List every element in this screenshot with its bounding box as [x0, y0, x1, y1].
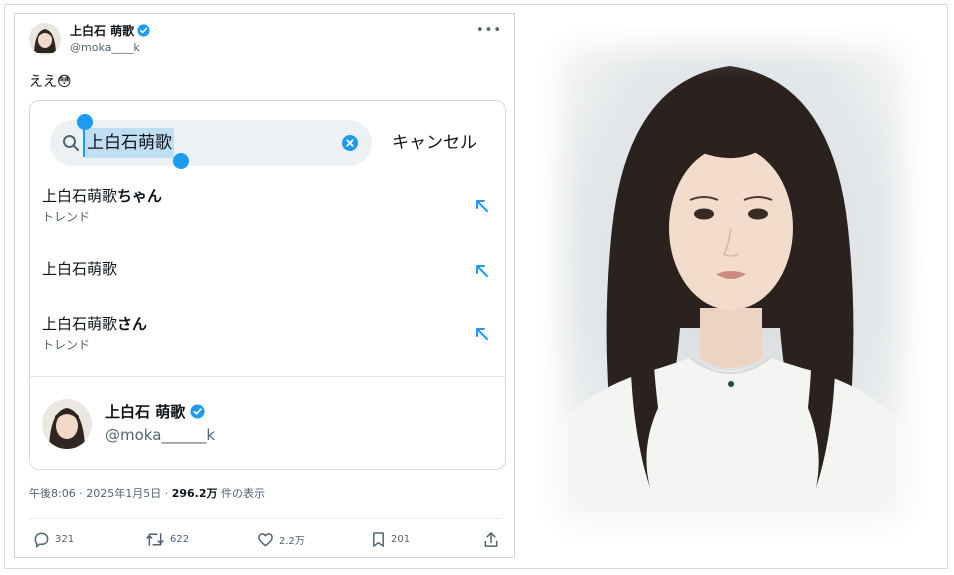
search-suggestion[interactable]: 上白石萌歌 [30, 249, 505, 311]
search-suggestion[interactable]: 上白石萌歌さん トレンド [30, 309, 505, 371]
arrow-up-left-icon[interactable] [474, 263, 490, 279]
avatar [42, 399, 92, 449]
clear-icon[interactable] [342, 135, 358, 151]
selection-handle-end[interactable] [173, 153, 189, 169]
tweet-time[interactable]: 午後8:06 [29, 487, 76, 500]
user-name: 上白石 萌歌 [105, 402, 205, 422]
share-button[interactable] [483, 529, 499, 549]
portrait-photo [540, 28, 924, 540]
suggestion-prefix: 上白石萌歌 [42, 315, 118, 333]
author-name[interactable]: 上白石 萌歌 [70, 23, 150, 39]
selection-handle-start[interactable] [77, 114, 93, 130]
like-count: 2.2万 [279, 535, 305, 547]
view-count: 296.2万 [171, 487, 218, 500]
suggestion-prefix: 上白石萌歌 [42, 187, 118, 205]
verified-badge-icon [190, 404, 205, 419]
suggestion-prefix: 上白石萌歌 [42, 260, 118, 278]
more-icon[interactable]: ••• [476, 23, 502, 38]
divider [29, 518, 502, 519]
search-input[interactable]: 上白石萌歌 [50, 114, 372, 169]
search-input-value[interactable]: 上白石萌歌 [85, 128, 174, 158]
view-count-label: 件の表示 [221, 487, 265, 500]
author-name-text: 上白石 萌歌 [70, 24, 135, 38]
search-icon [63, 135, 79, 151]
suggestion-suffix: さん [117, 315, 148, 333]
suggestion-title: 上白石萌歌ちゃん [42, 186, 162, 206]
suggestion-suffix: ちゃん [117, 187, 163, 205]
user-handle: @moka______k [105, 426, 216, 444]
user-name-text: 上白石 萌歌 [105, 403, 186, 421]
repost-button[interactable]: 622 [145, 529, 189, 549]
bookmark-count: 201 [391, 533, 411, 545]
like-button[interactable]: 2.2万 [257, 529, 305, 549]
repost-icon [146, 532, 164, 546]
tweet-text: ええ😳 [29, 74, 72, 90]
suggestion-title: 上白石萌歌さん [42, 314, 147, 334]
arrow-up-left-icon[interactable] [474, 198, 490, 214]
reply-count: 321 [55, 533, 75, 545]
author-handle[interactable]: @moka____k [70, 41, 140, 55]
reply-button[interactable]: 321 [33, 529, 74, 549]
like-icon [258, 532, 273, 546]
user-search-result[interactable]: 上白石 萌歌 @moka______k [30, 377, 505, 469]
repost-count: 622 [170, 533, 190, 545]
search-suggestion[interactable]: 上白石萌歌ちゃん トレンド [30, 181, 505, 243]
share-icon [484, 531, 498, 547]
tweet-date[interactable]: 2025年1月5日 [86, 487, 161, 500]
suggestion-subtitle: トレンド [42, 210, 91, 224]
bookmark-icon [373, 531, 384, 547]
tweet-meta: 午後8:06 · 2025年1月5日 · 296.2万 件の表示 [29, 487, 265, 500]
arrow-up-left-icon[interactable] [474, 326, 490, 342]
verified-badge-icon [137, 24, 150, 37]
bookmark-button[interactable]: 201 [371, 529, 410, 549]
embedded-screenshot: 上白石萌歌 キャンセル 上白石萌歌ちゃん トレンド 上白石萌歌 上白石萌歌さん … [29, 100, 506, 470]
reply-icon [34, 532, 49, 547]
cancel-button[interactable]: キャンセル [392, 131, 477, 155]
author-avatar[interactable] [29, 23, 61, 55]
suggestion-title: 上白石萌歌 [42, 259, 117, 279]
suggestion-subtitle: トレンド [42, 338, 91, 352]
text-cursor [83, 129, 85, 157]
tweet-card: 上白石 萌歌 @moka____k ••• ええ😳 上白石萌歌 キャンセル 上白… [14, 13, 515, 558]
